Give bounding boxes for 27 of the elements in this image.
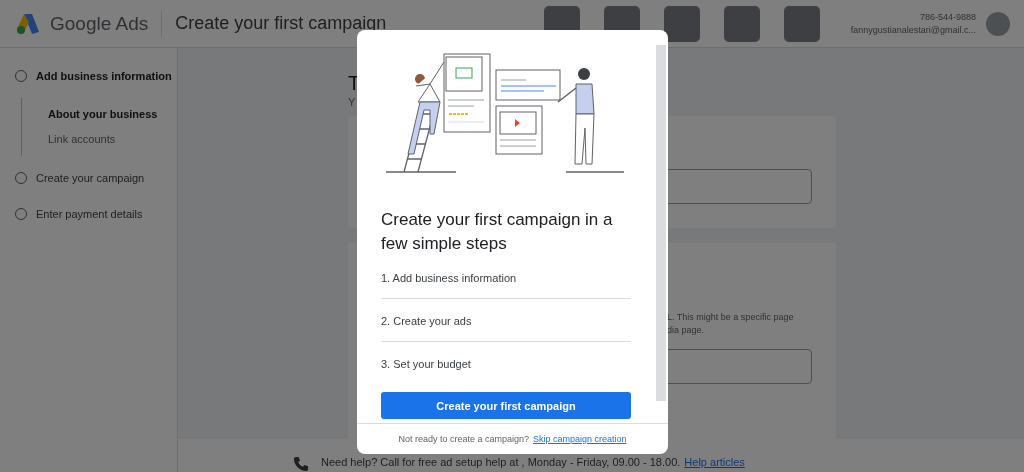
redaction-block: [664, 6, 700, 42]
section-subheading: Y: [348, 96, 357, 108]
step-item[interactable]: Create your campaign: [36, 172, 145, 184]
substep-item[interactable]: Link accounts: [22, 127, 177, 152]
account-phone: 786-544-9888: [919, 10, 976, 24]
step-text: 2. Create your ads: [381, 314, 472, 328]
logo-icon: [15, 11, 41, 36]
account-email: fannygustianalestari@gmail.c...: [850, 23, 976, 37]
step-item[interactable]: Enter payment details: [36, 208, 143, 220]
step-item[interactable]: Add business information: [36, 70, 172, 82]
footer-text: Not ready to create a campaign?: [398, 434, 529, 444]
step-text: 1. Add business information: [381, 271, 517, 285]
field-description: L. This might be a specific page: [667, 311, 795, 324]
dialog-title: Create your first campaign in a few simple steps: [381, 209, 614, 255]
page-title: Create your first campaign: [175, 13, 387, 34]
help-articles-link[interactable]: Help articles: [684, 456, 745, 469]
skip-link[interactable]: Skip campaign creation: [533, 434, 627, 444]
phone-icon: [293, 456, 309, 472]
create-campaign-button[interactable]: Create your first campaign: [381, 392, 631, 419]
product-name: Google Ads: [50, 12, 149, 35]
help-text: Need help? Call for free ad setup help at , Monday - Friday, 09.00 - 18.00.: [321, 456, 681, 469]
avatar[interactable]: [986, 11, 1010, 36]
redaction-block: [784, 6, 820, 42]
substep-item[interactable]: About your business: [22, 102, 177, 127]
redaction-block: [724, 6, 760, 42]
step-text: 3. Set your budget: [381, 357, 471, 371]
field-description: dia page.: [667, 324, 706, 337]
